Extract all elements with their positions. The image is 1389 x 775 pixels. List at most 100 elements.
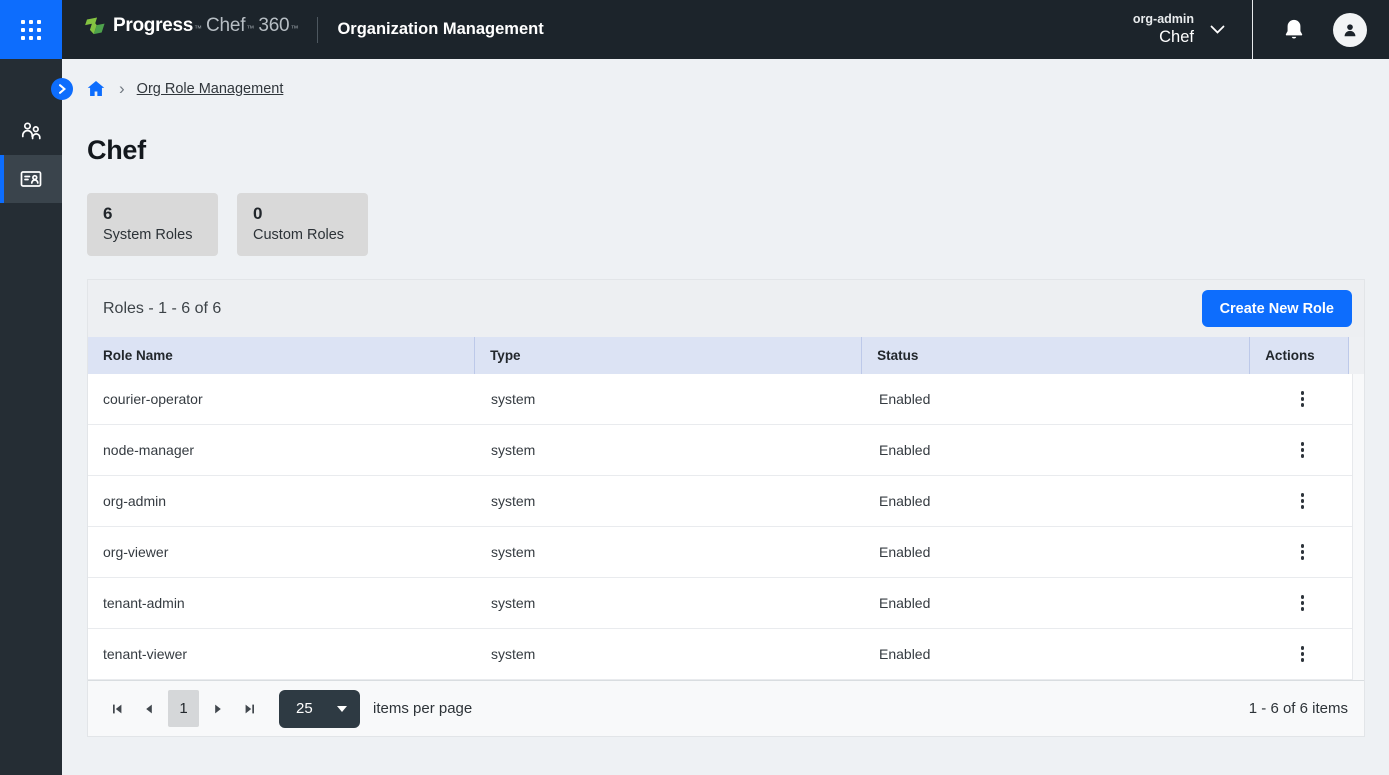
custom-roles-count: 0 xyxy=(253,204,352,224)
roles-grid-panel: Roles - 1 - 6 of 6 Create New Role Role … xyxy=(87,279,1365,737)
bell-icon xyxy=(1283,18,1305,42)
cell-role-name: courier-operator xyxy=(88,391,476,407)
users-icon xyxy=(18,118,44,144)
stats-cards: 6 System Roles 0 Custom Roles xyxy=(87,193,1365,256)
page-size-value: 25 xyxy=(296,700,313,717)
cell-role-name: tenant-viewer xyxy=(88,646,476,662)
brand-progress-text: Progress xyxy=(113,15,193,37)
table-header-scrollbar-spacer xyxy=(1349,337,1364,374)
breadcrumb: › Org Role Management xyxy=(87,80,1365,97)
user-avatar-button[interactable] xyxy=(1333,13,1367,47)
last-page-icon xyxy=(243,702,257,716)
grid-pager: 1 25 items per page 1 - 6 of 6 items xyxy=(88,680,1364,736)
chevron-down-icon[interactable] xyxy=(1210,25,1225,34)
table-row: tenant-admin system Enabled xyxy=(88,578,1364,629)
breadcrumb-link-org-role-management[interactable]: Org Role Management xyxy=(137,81,284,97)
create-new-role-button[interactable]: Create New Role xyxy=(1202,290,1352,327)
kebab-icon xyxy=(1301,544,1305,548)
cell-status: Enabled xyxy=(864,544,1253,560)
row-actions-menu-button[interactable] xyxy=(1291,589,1315,617)
table-body: courier-operator system Enabled node-man… xyxy=(88,374,1364,680)
pager-last-page-button[interactable] xyxy=(234,690,266,727)
page-size-dropdown[interactable]: 25 xyxy=(279,690,360,728)
cell-role-name: org-admin xyxy=(88,493,476,509)
items-per-page-label: items per page xyxy=(373,700,472,717)
system-roles-card: 6 System Roles xyxy=(87,193,218,256)
cell-type: system xyxy=(476,391,864,407)
custom-roles-card: 0 Custom Roles xyxy=(237,193,368,256)
cell-type: system xyxy=(476,595,864,611)
table-row: node-manager system Enabled xyxy=(88,425,1364,476)
system-roles-count: 6 xyxy=(103,204,202,224)
trademark-symbol: ™ xyxy=(194,24,202,33)
pager-page-1-button[interactable]: 1 xyxy=(168,690,199,727)
table-scrollbar[interactable] xyxy=(1352,374,1364,680)
sidebar-item-users[interactable] xyxy=(0,107,62,155)
app-title: Organization Management xyxy=(337,20,543,39)
row-actions-menu-button[interactable] xyxy=(1291,538,1315,566)
cell-status: Enabled xyxy=(864,595,1253,611)
breadcrumb-home-link[interactable] xyxy=(87,80,105,97)
cell-type: system xyxy=(476,544,864,560)
notifications-button[interactable] xyxy=(1283,18,1305,42)
user-role-label: org-admin xyxy=(1133,11,1194,27)
brand-chef-text: Chef xyxy=(206,15,245,37)
cell-type: system xyxy=(476,493,864,509)
pager-previous-page-button[interactable] xyxy=(133,690,165,727)
main-content: › Org Role Management Chef 6 System Role… xyxy=(62,59,1389,775)
pager-first-page-button[interactable] xyxy=(101,690,133,727)
system-roles-label: System Roles xyxy=(103,227,202,243)
grid-title: Roles - 1 - 6 of 6 xyxy=(103,300,221,318)
table-header-row: Role Name Type Status Actions xyxy=(88,337,1364,374)
top-header: Progress™ Chef™ 360™ Organization Manage… xyxy=(0,0,1389,59)
table-row: org-admin system Enabled xyxy=(88,476,1364,527)
kebab-icon xyxy=(1301,595,1305,599)
row-actions-menu-button[interactable] xyxy=(1291,640,1315,668)
sidebar xyxy=(0,59,62,775)
sidebar-item-role-management[interactable] xyxy=(0,155,62,203)
row-actions-menu-button[interactable] xyxy=(1291,487,1315,515)
kebab-icon xyxy=(1301,391,1305,395)
sidebar-expand-button[interactable] xyxy=(51,78,73,100)
user-org-label: Chef xyxy=(1133,27,1194,48)
cell-status: Enabled xyxy=(864,391,1253,407)
header-section-divider xyxy=(1252,0,1253,59)
previous-page-icon xyxy=(142,702,156,716)
pager-summary: 1 - 6 of 6 items xyxy=(1249,700,1348,717)
brand-logo: Progress™ Chef™ 360™ xyxy=(82,15,298,44)
app-launcher-button[interactable] xyxy=(0,0,62,59)
kebab-icon xyxy=(1301,646,1305,650)
table-row: tenant-viewer system Enabled xyxy=(88,629,1364,680)
progress-logo-icon xyxy=(82,15,106,44)
column-header-actions: Actions xyxy=(1250,337,1349,374)
cell-role-name: tenant-admin xyxy=(88,595,476,611)
pager-next-page-button[interactable] xyxy=(202,690,234,727)
cell-status: Enabled xyxy=(864,493,1253,509)
app-grid-icon xyxy=(21,20,41,40)
row-actions-menu-button[interactable] xyxy=(1291,436,1315,464)
brand-360-text: 360 xyxy=(258,15,289,37)
table-row: courier-operator system Enabled xyxy=(88,374,1364,425)
user-org-switcher[interactable]: org-admin Chef xyxy=(1133,11,1194,49)
cell-role-name: org-viewer xyxy=(88,544,476,560)
kebab-icon xyxy=(1301,493,1305,497)
id-card-icon xyxy=(18,166,44,192)
trademark-symbol: ™ xyxy=(246,24,254,33)
row-actions-menu-button[interactable] xyxy=(1291,385,1315,413)
grid-toolbar: Roles - 1 - 6 of 6 Create New Role xyxy=(88,280,1364,337)
chevron-right-icon xyxy=(58,84,66,94)
page-title: Chef xyxy=(87,135,1365,166)
column-header-type[interactable]: Type xyxy=(475,337,862,374)
cell-type: system xyxy=(476,442,864,458)
breadcrumb-separator-icon: › xyxy=(119,80,125,97)
cell-role-name: node-manager xyxy=(88,442,476,458)
next-page-icon xyxy=(211,702,225,716)
dropdown-caret-icon xyxy=(337,706,347,712)
kebab-icon xyxy=(1301,442,1305,446)
home-icon xyxy=(87,80,105,97)
table-row: org-viewer system Enabled xyxy=(88,527,1364,578)
column-header-status[interactable]: Status xyxy=(862,337,1250,374)
cell-status: Enabled xyxy=(864,442,1253,458)
column-header-role-name[interactable]: Role Name xyxy=(88,337,475,374)
header-divider xyxy=(317,17,318,43)
